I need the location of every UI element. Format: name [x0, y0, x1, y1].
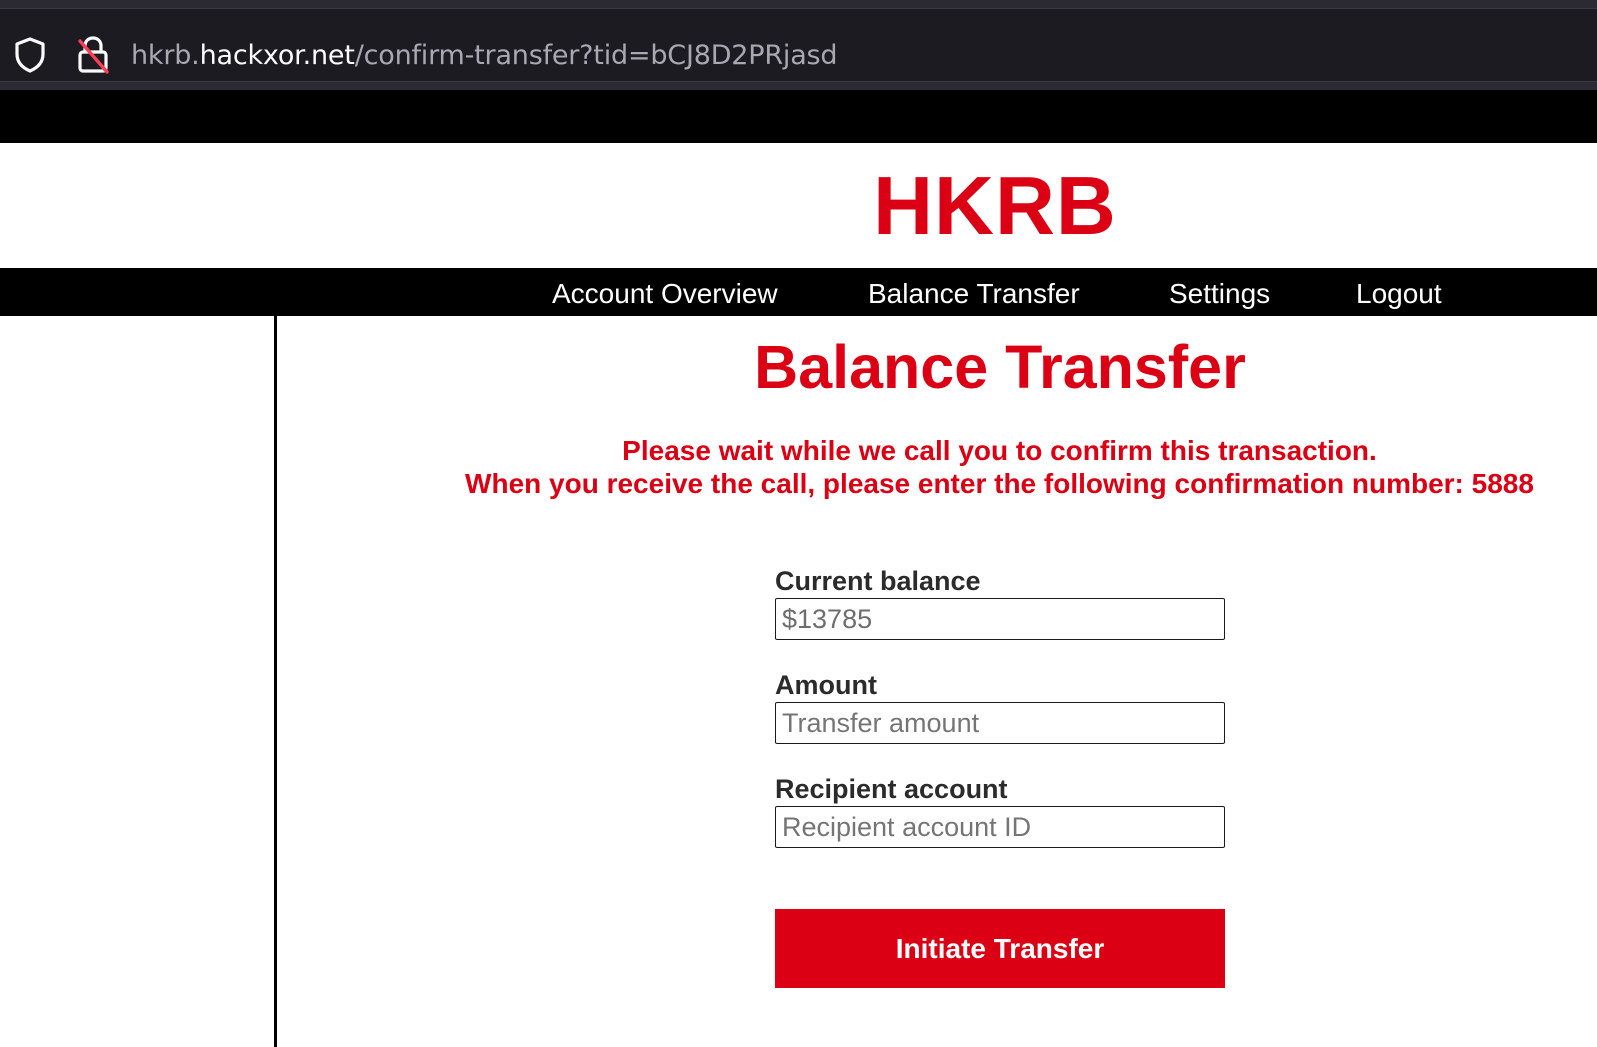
- balance-field-group: Current balance: [775, 566, 1225, 640]
- amount-input[interactable]: [775, 702, 1225, 744]
- recipient-field-group: Recipient account: [775, 774, 1225, 848]
- notice-line-2: When you receive the call, please enter …: [465, 468, 1534, 499]
- confirmation-notice: Please wait while we call you to confirm…: [278, 434, 1597, 500]
- initiate-transfer-button[interactable]: Initiate Transfer: [775, 909, 1225, 988]
- main-content: Balance Transfer Please wait while we ca…: [278, 316, 1597, 1047]
- nav-balance-transfer[interactable]: Balance Transfer: [868, 268, 1080, 316]
- sidebar-divider: [274, 316, 277, 1047]
- nav-settings[interactable]: Settings: [1169, 268, 1270, 316]
- url-host: hackxor.net: [199, 40, 355, 71]
- lock-insecure-icon[interactable]: [74, 35, 112, 75]
- balance-input[interactable]: [775, 598, 1225, 640]
- transfer-form: Current balance Amount Recipient account: [775, 566, 1225, 878]
- main-nav: Account Overview Balance Transfer Settin…: [0, 268, 1597, 316]
- site-header: HKRB: [0, 143, 1597, 268]
- url-path: /confirm-transfer?tid=bCJ8D2PRjasd: [354, 40, 838, 71]
- balance-label: Current balance: [775, 566, 981, 596]
- shield-icon[interactable]: [12, 36, 48, 74]
- page-title: Balance Transfer: [754, 333, 1246, 401]
- site-logo[interactable]: HKRB: [860, 161, 1130, 251]
- amount-field-group: Amount: [775, 670, 1225, 744]
- top-band: [0, 90, 1597, 143]
- recipient-input[interactable]: [775, 806, 1225, 848]
- nav-logout[interactable]: Logout: [1356, 268, 1442, 316]
- amount-label: Amount: [775, 670, 877, 700]
- url-text[interactable]: hkrb.hackxor.net/confirm-transfer?tid=bC…: [131, 38, 838, 74]
- nav-account-overview[interactable]: Account Overview: [552, 268, 778, 316]
- recipient-label: Recipient account: [775, 774, 1008, 804]
- address-bar[interactable]: hkrb.hackxor.net/confirm-transfer?tid=bC…: [0, 8, 1597, 82]
- notice-line-1: Please wait while we call you to confirm…: [622, 435, 1377, 466]
- browser-toolbar: hkrb.hackxor.net/confirm-transfer?tid=bC…: [0, 0, 1597, 90]
- url-prefix: hkrb.: [131, 40, 200, 71]
